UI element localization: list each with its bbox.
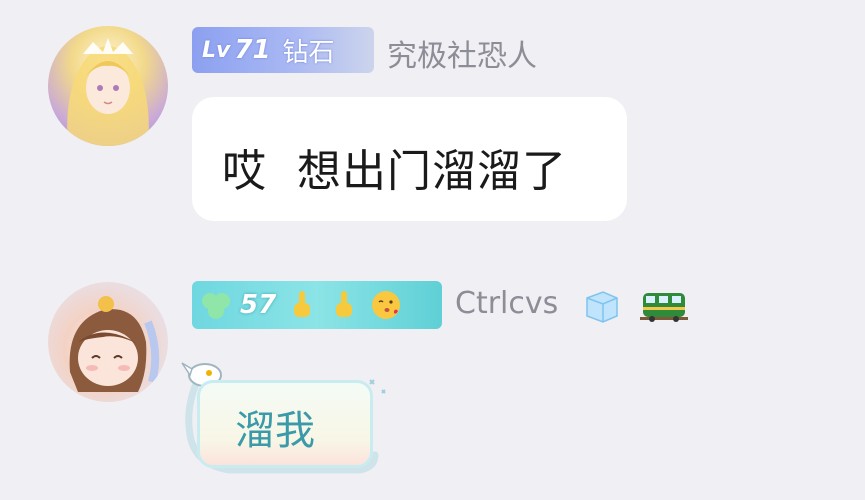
sender-nickname-1[interactable]: 究极社恐人 (387, 31, 537, 75)
message-bubble-2[interactable]: 溜我 (197, 380, 373, 468)
level-number-2: 57 (240, 290, 277, 320)
level-number: 71 (234, 35, 271, 65)
level-prefix: Lv (202, 37, 231, 63)
level-badge[interactable]: Lv 71 钻石 (192, 27, 374, 73)
clover-icon (202, 293, 230, 319)
finger-pointing-up-icon (336, 291, 353, 317)
ice-cube-icon (586, 291, 618, 323)
message-text-1: 哎 想出门溜溜了 (222, 146, 567, 197)
chibi-avatar-icon (69, 296, 160, 392)
train-icon (640, 293, 688, 322)
message-bubble-1[interactable]: 哎 想出门溜溜了 (192, 97, 627, 221)
sender-nickname-2[interactable]: Ctrlcvs (455, 286, 558, 321)
kissing-face-icon (372, 291, 401, 319)
rank-label: 钻石 (282, 37, 335, 68)
user-avatar-1[interactable] (48, 26, 168, 146)
nickname-text-2: Ctrlcvs (455, 286, 559, 321)
user-avatar-2[interactable] (48, 282, 168, 402)
level-badge-2[interactable]: 57 (192, 281, 442, 329)
finger-pointing-up-icon (294, 291, 311, 317)
anime-girl-avatar-icon (67, 38, 149, 146)
message-text-2: 溜我 (235, 408, 315, 454)
